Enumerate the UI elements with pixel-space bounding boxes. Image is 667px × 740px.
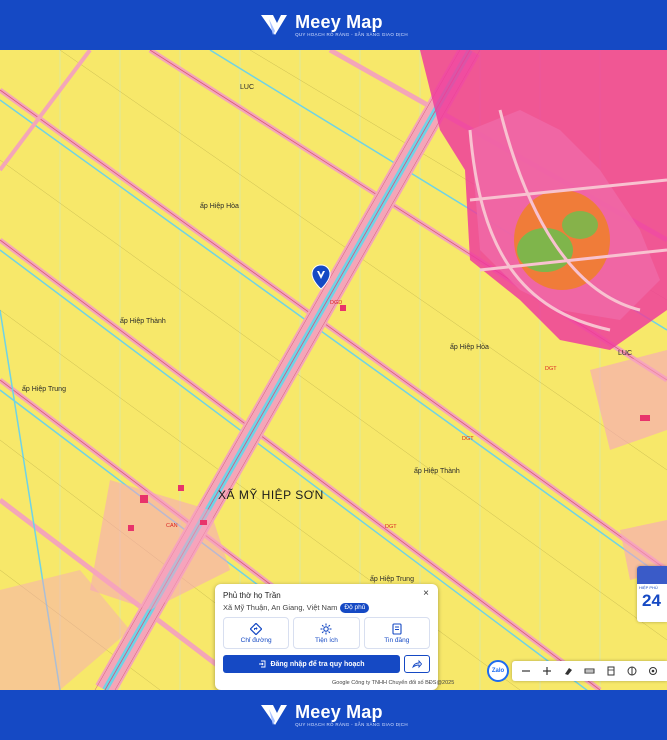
directions-button[interactable]: Chỉ đường — [223, 617, 290, 649]
share-icon — [412, 659, 422, 669]
popup-title: Phủ thờ họ Trần — [223, 591, 281, 600]
label-dgt-1: DGT — [545, 366, 557, 372]
share-button[interactable] — [404, 655, 430, 673]
split-view-button[interactable] — [624, 663, 640, 679]
label-ap-hiep-thanh-1: ấp Hiệp Thành — [120, 318, 166, 325]
map-attribution: Google Công ty TNHH Chuyển đổi số BĐS@20… — [332, 680, 455, 686]
location-pin-icon[interactable] — [311, 264, 331, 290]
meey-logo-icon-bottom — [261, 705, 288, 725]
ruler-button[interactable] — [581, 663, 597, 679]
amenities-button[interactable]: Tiện ích — [293, 617, 360, 649]
popup-coverage-badge[interactable]: Độ phủ — [340, 602, 370, 613]
eraser-icon — [565, 668, 573, 675]
minus-icon — [521, 670, 530, 672]
label-ap-hiep-hoa-1: ấp Hiệp Hòa — [200, 203, 239, 210]
login-to-lookup-button[interactable]: Đăng nhập để tra quy hoạch — [223, 655, 400, 673]
directions-icon — [250, 622, 263, 635]
bottom-brand-bar: Meey Map QUY HOẠCH RÕ RÀNG - SẴN SÀNG GI… — [0, 690, 667, 740]
zoom-in-button[interactable] — [539, 663, 555, 679]
amenities-icon — [320, 623, 332, 634]
target-icon — [649, 667, 658, 675]
locate-me-button[interactable] — [645, 663, 661, 679]
brand-logo-bottom[interactable]: Meey Map QUY HOẠCH RÕ RÀNG - SẴN SÀNG GI… — [259, 702, 408, 728]
map-toolbar — [512, 661, 667, 681]
label-commune: XÃ MỸ HIỆP SƠN — [218, 488, 324, 502]
side-info-card[interactable]: HIỆP PHÚ 24 — [637, 566, 667, 622]
eraser-button[interactable] — [560, 663, 576, 679]
layers-button[interactable] — [603, 663, 619, 679]
listings-button[interactable]: Tin đăng — [363, 617, 430, 649]
label-ap-hiep-thanh-2: ấp Hiệp Thành — [414, 468, 460, 475]
side-card-sub: HIỆP PHÚ — [639, 585, 658, 590]
popup-close-button[interactable]: × — [420, 588, 432, 600]
side-card-number: 24 — [642, 591, 661, 610]
label-ap-hiep-hoa-2: ấp Hiệp Hòa — [450, 344, 489, 351]
layers-icon — [607, 666, 615, 676]
brand-tagline-bottom: QUY HOẠCH RÕ RÀNG - SẴN SÀNG GIAO DỊCH — [295, 722, 408, 727]
label-ap-hiep-trung-1: ấp Hiệp Trung — [22, 386, 66, 393]
meey-logo-icon — [261, 15, 288, 35]
top-brand-bar: Meey Map QUY HOẠCH RÕ RÀNG - SẴN SÀNG GI… — [0, 0, 667, 50]
label-ap-hiep-trung-2: ấp Hiệp Trung — [370, 576, 414, 583]
login-label: Đăng nhập để tra quy hoạch — [270, 660, 365, 668]
label-can: CAN — [166, 523, 178, 529]
side-card-header — [637, 566, 667, 584]
place-popup: Phủ thờ họ Trần Xã Mỹ Thuận, An Giang, V… — [215, 584, 438, 690]
listings-icon — [392, 622, 402, 635]
zoom-out-button[interactable] — [518, 663, 534, 679]
brand-name: Meey Map — [295, 12, 383, 32]
listings-label: Tin đăng — [384, 636, 410, 644]
zalo-chat-button[interactable]: Zalo — [487, 660, 509, 682]
split-view-icon — [627, 666, 637, 676]
brand-logo[interactable]: Meey Map QUY HOẠCH RÕ RÀNG - SẴN SÀNG GI… — [259, 12, 408, 38]
label-dgt-2: DGT — [462, 436, 474, 442]
label-luc-2: LUC — [618, 350, 633, 357]
brand-tagline: QUY HOẠCH RÕ RÀNG - SẴN SÀNG GIAO DỊCH — [295, 32, 408, 37]
label-dgt-3: DGT — [385, 524, 397, 530]
login-icon — [259, 660, 266, 668]
ruler-icon — [584, 668, 595, 674]
plus-icon — [542, 667, 551, 675]
brand-name-bottom: Meey Map — [295, 702, 383, 722]
popup-address: Xã Mỹ Thuận, An Giang, Việt Nam — [223, 603, 338, 612]
amenities-label: Tiện ích — [315, 636, 338, 644]
directions-label: Chỉ đường — [240, 636, 272, 644]
label-luc-1: LUC — [240, 84, 255, 91]
label-dgd: DGD — [330, 300, 343, 306]
